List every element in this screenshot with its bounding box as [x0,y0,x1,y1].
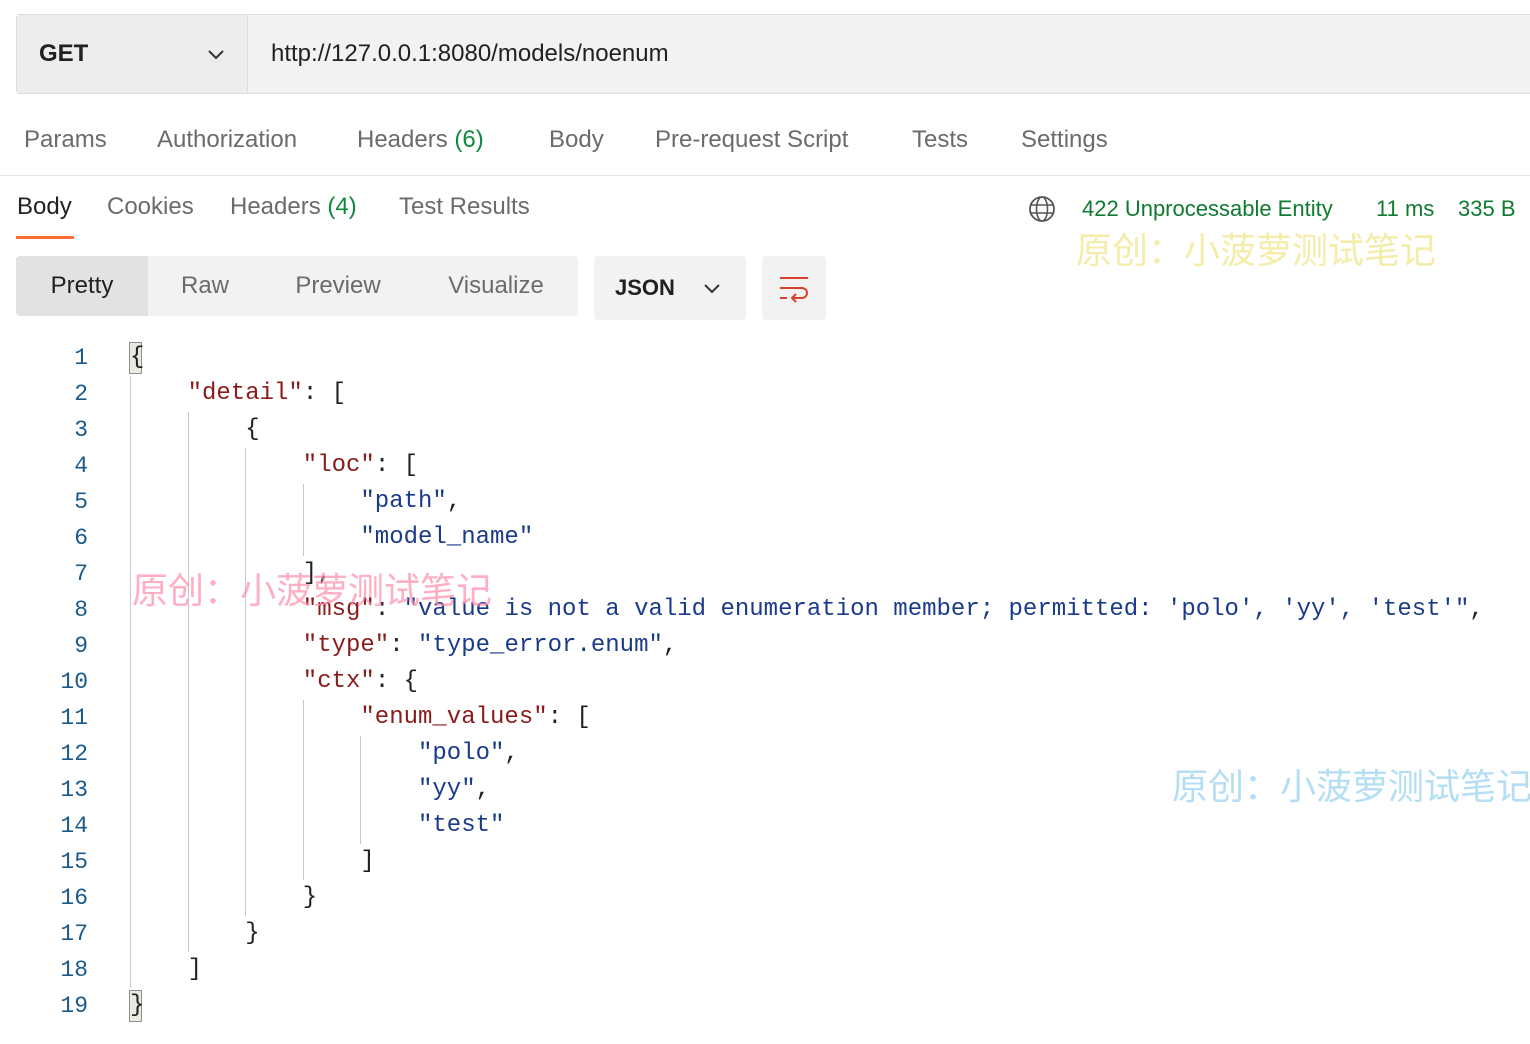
tab-headers-label: Headers [357,126,448,153]
tab-authorization[interactable]: Authorization [157,126,297,154]
code-line: "polo", [418,740,519,767]
line-number: 9 [74,633,88,659]
response-tab-test-results[interactable]: Test Results [399,193,530,221]
wrap-lines-icon [780,277,808,303]
indent-guide [187,412,189,952]
response-tab-headers-label: Headers [230,193,321,220]
divider [0,175,1530,176]
indent-guide [130,376,131,988]
tab-tests[interactable]: Tests [912,126,968,154]
response-body-viewer[interactable]: 1 {2 "detail": [ 3 {4 "loc": [ 5 "path", 6 "model… [0,340,1530,1040]
line-number: 5 [74,489,88,515]
line-number: 15 [60,849,88,875]
tab-pre-request-script[interactable]: Pre-request Script [655,126,848,154]
line-number: 14 [60,813,88,839]
watermark: 原创：小菠萝测试笔记 [1172,767,1530,808]
request-tabs: Params Authorization Headers (6) Body Pr… [0,118,1530,168]
wrap-lines-button[interactable] [762,256,826,320]
line-number: 6 [74,525,88,551]
code-line: "test" [418,812,505,839]
response-tab-headers[interactable]: Headers (4) [230,193,357,221]
view-preview-button[interactable]: Preview [262,256,414,316]
globe-icon[interactable] [1027,194,1057,224]
tab-headers[interactable]: Headers (6) [357,126,484,154]
code-line: "path", [360,488,462,515]
code-line: "loc": [ [302,452,419,479]
line-number: 7 [74,561,88,587]
code-line: } [130,992,145,1019]
code-line: } [302,884,318,911]
status-badge[interactable]: 422 Unprocessable Entity [1082,196,1333,222]
code-line: { [130,344,145,371]
code-line: "enum_values": [ [360,704,591,731]
format-select[interactable]: JSON [594,256,746,320]
chevron-down-icon [208,50,224,60]
view-mode-switch: Pretty Raw Preview Visualize [16,256,578,316]
indent-guide [302,700,304,880]
view-pretty-button[interactable]: Pretty [16,256,148,316]
line-number: 19 [60,993,88,1019]
watermark: 原创：小菠萝测试笔记 [132,571,493,612]
active-tab-underline [16,236,74,239]
view-raw-button[interactable]: Raw [148,256,262,316]
code-line: "ctx": { [302,668,419,695]
indent-guide [360,736,362,844]
line-number: 11 [60,705,88,731]
code-line: } [245,920,260,947]
code-line: "model_name" [360,524,534,551]
code-line: "type": "type_error.enum", [302,632,678,659]
tab-params[interactable]: Params [24,126,107,154]
response-time[interactable]: 11 ms [1376,196,1434,222]
code-line: "yy", [418,776,491,803]
indent-guide [302,484,304,556]
tab-body[interactable]: Body [549,126,604,154]
url-input[interactable]: http://127.0.0.1:8080/models/noenum [271,15,669,93]
response-headers-count-badge: (4) [327,193,357,220]
method-label: GET [39,40,89,67]
line-number: 3 [74,417,88,443]
method-select[interactable]: GET [17,15,248,93]
chevron-down-icon [704,284,720,294]
format-label: JSON [615,275,675,300]
headers-count-badge: (6) [454,126,484,153]
line-number: 8 [74,597,88,623]
response-size[interactable]: 335 B [1458,196,1516,222]
line-number: 1 [74,345,88,371]
code-line: ] [187,956,202,983]
line-number: 17 [60,921,88,947]
line-number: 10 [60,669,88,695]
response-tab-body[interactable]: Body [17,193,72,221]
line-number: 16 [60,885,88,911]
line-number: 18 [60,957,88,983]
code-line: ] [360,848,375,875]
watermark: 原创：小菠萝测试笔记 [1076,231,1437,272]
line-number: 13 [60,777,88,803]
line-number: 4 [74,453,88,479]
tab-settings[interactable]: Settings [1021,126,1108,154]
line-number: 12 [60,741,88,767]
line-number: 2 [74,381,88,407]
response-tab-cookies[interactable]: Cookies [107,193,194,221]
code-line: "detail": [ [187,380,347,407]
view-visualize-button[interactable]: Visualize [414,256,578,316]
indent-guide [245,448,247,916]
code-line: { [245,416,260,443]
url-bar: GET http://127.0.0.1:8080/models/noenum [16,14,1530,94]
